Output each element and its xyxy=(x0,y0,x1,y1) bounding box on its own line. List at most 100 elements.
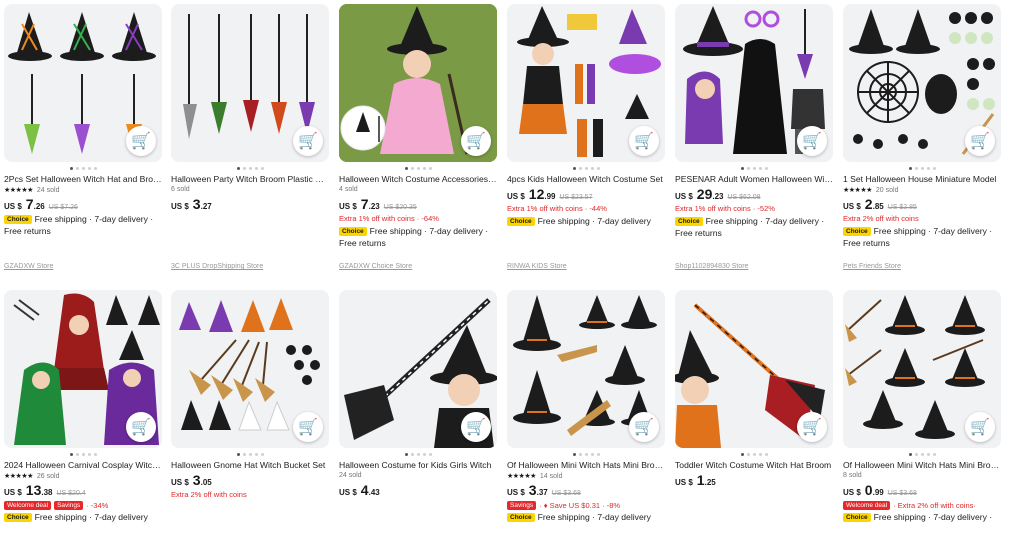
store-link[interactable]: Shop1102894830 Store xyxy=(675,263,748,270)
sold-count: 24 sold xyxy=(36,186,60,194)
coins-discount: Extra 1% off with coins · -64% xyxy=(339,214,439,223)
sold-count: 24 sold xyxy=(339,472,362,479)
product-image[interactable]: 🛒 xyxy=(4,290,162,448)
welcome-deal-badge: Welcome deal xyxy=(843,500,891,510)
image-carousel-dots xyxy=(4,164,162,172)
product-title[interactable]: Toddler Witch Costume Witch Hat Broom xyxy=(675,460,833,471)
rating-stars: ★★★★★ xyxy=(507,473,536,480)
rating-stars: ★★★★★ xyxy=(4,473,33,480)
store-link[interactable]: 3C PLUS DropShipping Store xyxy=(171,263,263,270)
add-to-cart-button[interactable]: 🛒 xyxy=(965,412,995,442)
add-to-cart-button[interactable]: 🛒 xyxy=(126,126,156,156)
coins-discount: Extra 2% off with coins xyxy=(843,214,919,223)
image-carousel-dots xyxy=(675,164,833,172)
sold-count: 26 sold xyxy=(36,472,60,480)
welcome-deal-badge: Welcome deal xyxy=(4,500,52,510)
free-returns: Free returns xyxy=(843,238,890,248)
add-to-cart-button[interactable]: 🛒 xyxy=(461,412,491,442)
shipping-text: Free shipping · 7-day delivery xyxy=(34,512,148,522)
product-card[interactable]: 🛒 Halloween Party Witch Broom Plastic Pr… xyxy=(171,4,329,213)
product-title[interactable]: PESENAR Adult Women Halloween Witch Cost… xyxy=(675,174,833,185)
image-carousel-dots xyxy=(171,450,329,458)
price: US $7.26 US $7.26 xyxy=(4,195,162,213)
product-image[interactable]: 🛒 xyxy=(339,290,497,448)
free-returns: Free returns xyxy=(339,238,386,248)
store-link[interactable]: Pets Friends Store xyxy=(843,263,901,270)
price: US $2.85 US $2.85 xyxy=(843,195,1001,213)
add-to-cart-button[interactable]: 🛒 xyxy=(629,126,659,156)
choice-badge: Choice xyxy=(4,513,32,522)
shipping-text: Free shipping · 7-day delivery · xyxy=(34,214,154,224)
product-card[interactable]: 🛒 2024 Halloween Carnival Cosplay Witch … xyxy=(4,290,162,523)
add-to-cart-button[interactable]: 🛒 xyxy=(797,412,827,442)
product-card[interactable]: 🛒 Halloween Witch Costume Accessories Se… xyxy=(339,4,497,249)
coins-discount: Extra 1% off with coins · -52% xyxy=(675,204,775,213)
add-to-cart-button[interactable]: 🛒 xyxy=(293,412,323,442)
coins-discount: · Extra 2% off with coins· xyxy=(893,500,976,510)
product-card[interactable]: 🛒 Toddler Witch Costume Witch Hat Broom … xyxy=(675,290,833,489)
product-title[interactable]: Halloween Witch Costume Accessories Set xyxy=(339,174,497,185)
product-image[interactable]: 🛒 xyxy=(339,4,497,162)
product-card[interactable]: 🛒 Of Halloween Mini Witch Hats Mini Broo… xyxy=(843,290,1001,523)
product-image[interactable]: 🛒 xyxy=(675,290,833,448)
store-link[interactable]: GZADXW Choice Store xyxy=(339,263,412,270)
product-image[interactable]: 🛒 xyxy=(507,4,665,162)
image-carousel-dots xyxy=(843,450,1001,458)
image-carousel-dots xyxy=(339,450,497,458)
product-title[interactable]: Of Halloween Mini Witch Hats Mini Broom xyxy=(843,460,1001,471)
product-image[interactable]: 🛒 xyxy=(675,4,833,162)
price: US $3.27 xyxy=(171,196,212,212)
price: US $3.37 US $3.68 xyxy=(507,481,665,499)
shipping-text: Free shipping · 7-day delivery · xyxy=(873,226,993,236)
savings-badge: Savings xyxy=(54,500,84,510)
add-to-cart-button[interactable]: 🛒 xyxy=(461,126,491,156)
product-card[interactable]: 🛒 Halloween Gnome Hat Witch Bucket Set U… xyxy=(171,290,329,501)
image-carousel-dots xyxy=(171,164,329,172)
price: US $0.99 US $3.68 xyxy=(843,481,1001,499)
product-title[interactable]: Halloween Costume for Kids Girls Witch xyxy=(339,460,497,471)
product-title[interactable]: 4pcs Kids Halloween Witch Costume Set xyxy=(507,174,665,185)
product-card[interactable]: 🛒 2Pcs Set Halloween Witch Hat and Broom… xyxy=(4,4,162,237)
product-title[interactable]: Of Halloween Mini Witch Hats Mini Broom xyxy=(507,460,665,471)
product-image[interactable]: 🛒 xyxy=(843,4,1001,162)
sold-count: 6 sold xyxy=(171,186,190,193)
price: US $1.25 xyxy=(675,472,716,488)
add-to-cart-button[interactable]: 🛒 xyxy=(797,126,827,156)
product-image[interactable]: 🛒 xyxy=(4,4,162,162)
shipping-text: Free shipping · 7-day delivery · xyxy=(873,512,993,522)
product-card[interactable]: 🛒 Of Halloween Mini Witch Hats Mini Broo… xyxy=(507,290,665,523)
store-link[interactable]: RINWA KIDS Store xyxy=(507,263,567,270)
product-card[interactable]: 🛒 Halloween Costume for Kids Girls Witch… xyxy=(339,290,497,499)
product-title[interactable]: 2Pcs Set Halloween Witch Hat and Broom C… xyxy=(4,174,162,185)
product-card[interactable]: 🛒 4pcs Kids Halloween Witch Costume Set … xyxy=(507,4,665,227)
product-title[interactable]: 2024 Halloween Carnival Cosplay Witch Dr… xyxy=(4,460,162,471)
product-card[interactable]: 🛒 1 Set Halloween House Miniature Model … xyxy=(843,4,1001,249)
sold-count: 8 sold xyxy=(843,472,862,479)
choice-badge: Choice xyxy=(507,513,535,522)
cart-icon: 🛒 xyxy=(131,419,151,436)
cart-icon: 🛒 xyxy=(802,133,822,150)
product-title[interactable]: Halloween Gnome Hat Witch Bucket Set xyxy=(171,460,329,471)
sold-count: 14 sold xyxy=(539,472,563,480)
store-link[interactable]: GZADXW Store xyxy=(4,263,53,270)
discount-percent: · -34% xyxy=(86,500,109,510)
product-card[interactable]: 🛒 PESENAR Adult Women Halloween Witch Co… xyxy=(675,4,833,239)
cart-icon: 🛒 xyxy=(466,419,486,436)
product-image[interactable]: 🛒 xyxy=(507,290,665,448)
product-title[interactable]: 1 Set Halloween House Miniature Model xyxy=(843,174,1001,185)
choice-badge: Choice xyxy=(675,217,703,226)
cart-icon: 🛒 xyxy=(802,419,822,436)
product-image[interactable]: 🛒 xyxy=(171,290,329,448)
add-to-cart-button[interactable]: 🛒 xyxy=(293,126,323,156)
add-to-cart-button[interactable]: 🛒 xyxy=(126,412,156,442)
add-to-cart-button[interactable]: 🛒 xyxy=(965,126,995,156)
choice-badge: Choice xyxy=(843,227,871,236)
product-title[interactable]: Halloween Party Witch Broom Plastic Prop… xyxy=(171,174,329,185)
add-to-cart-button[interactable]: 🛒 xyxy=(629,412,659,442)
price: US $13.38 US $20.4 xyxy=(4,481,162,499)
image-carousel-dots xyxy=(339,164,497,172)
cart-icon: 🛒 xyxy=(634,133,654,150)
cart-icon: 🛒 xyxy=(298,133,318,150)
product-image[interactable]: 🛒 xyxy=(171,4,329,162)
product-image[interactable]: 🛒 xyxy=(843,290,1001,448)
